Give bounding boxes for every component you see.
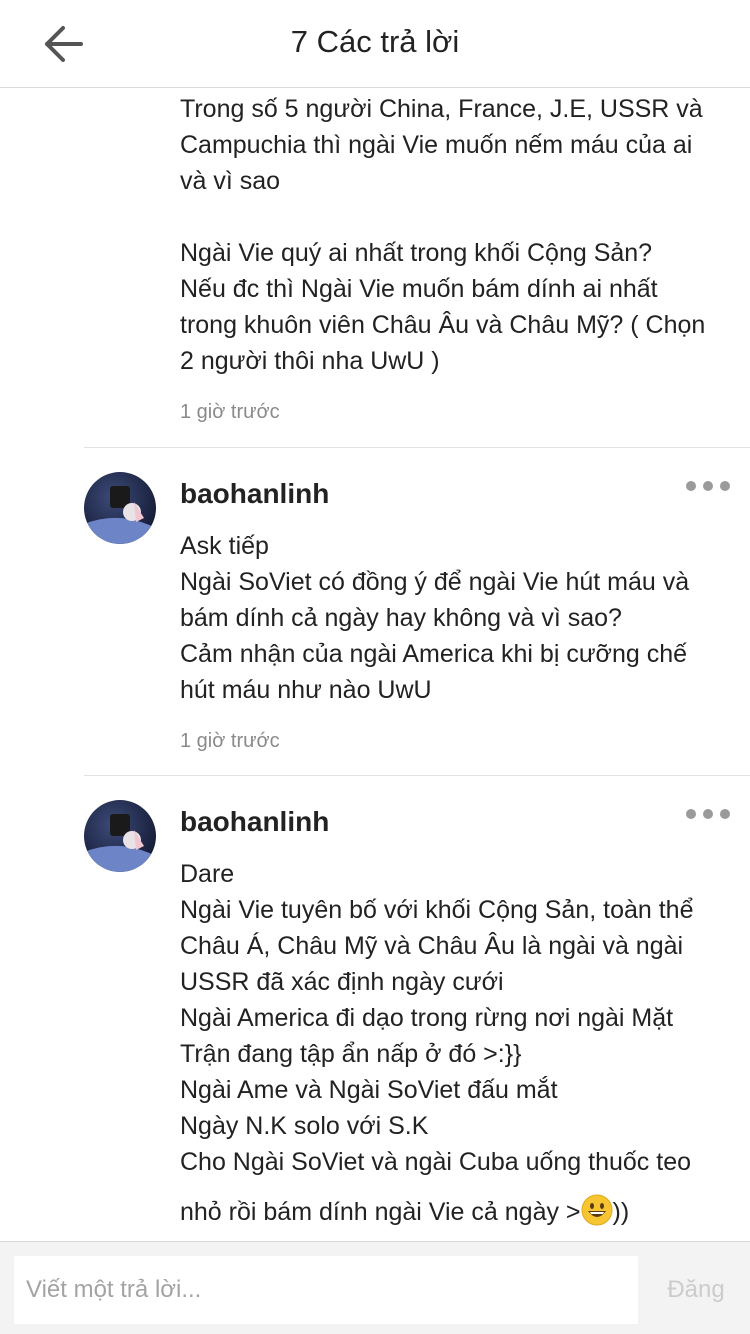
reply-text-fragment: )) bbox=[612, 1198, 630, 1226]
avatar[interactable] bbox=[84, 472, 156, 544]
more-options-button[interactable] bbox=[686, 472, 730, 500]
page-title: 7 Các trả lời bbox=[290, 24, 460, 59]
reply-text-fragment: nhỏ rồi bám dính ngài Vie cả ngày > bbox=[180, 1198, 581, 1226]
top-bar: 7 Các trả lời bbox=[0, 0, 750, 88]
more-options-button[interactable] bbox=[686, 800, 730, 828]
dot-icon bbox=[686, 481, 696, 491]
reply-input[interactable] bbox=[14, 1256, 638, 1324]
dot-icon bbox=[720, 481, 730, 491]
divider bbox=[84, 775, 750, 776]
reply-bar: Đăng bbox=[0, 1241, 750, 1334]
reply-text: Trong số 5 người China, France, J.E, USS… bbox=[180, 95, 706, 375]
replies-list[interactable]: Trong số 5 người China, France, J.E, USS… bbox=[0, 89, 750, 1241]
dot-icon bbox=[720, 809, 730, 819]
reply-text: Dare Ngài Vie tuyên bố với khối Cộng Sản… bbox=[180, 860, 694, 1176]
avatar[interactable] bbox=[84, 800, 156, 872]
dot-icon bbox=[703, 809, 713, 819]
username[interactable]: baohanlinh bbox=[180, 478, 329, 510]
reply-text: Ask tiếp Ngài SoViet có đồng ý để ngài V… bbox=[180, 532, 690, 704]
dot-icon bbox=[703, 481, 713, 491]
dot-icon bbox=[686, 809, 696, 819]
grinning-face-emoji-icon bbox=[581, 1194, 613, 1226]
reply-timestamp: 1 giờ trước bbox=[180, 730, 280, 752]
post-button[interactable]: Đăng bbox=[652, 1256, 740, 1324]
username[interactable]: baohanlinh bbox=[180, 806, 329, 838]
reply-timestamp: 1 giờ trước bbox=[180, 401, 280, 423]
divider bbox=[84, 447, 750, 448]
reply-text-last-line: nhỏ rồi bám dính ngài Vie cả ngày > )) bbox=[180, 1194, 740, 1230]
